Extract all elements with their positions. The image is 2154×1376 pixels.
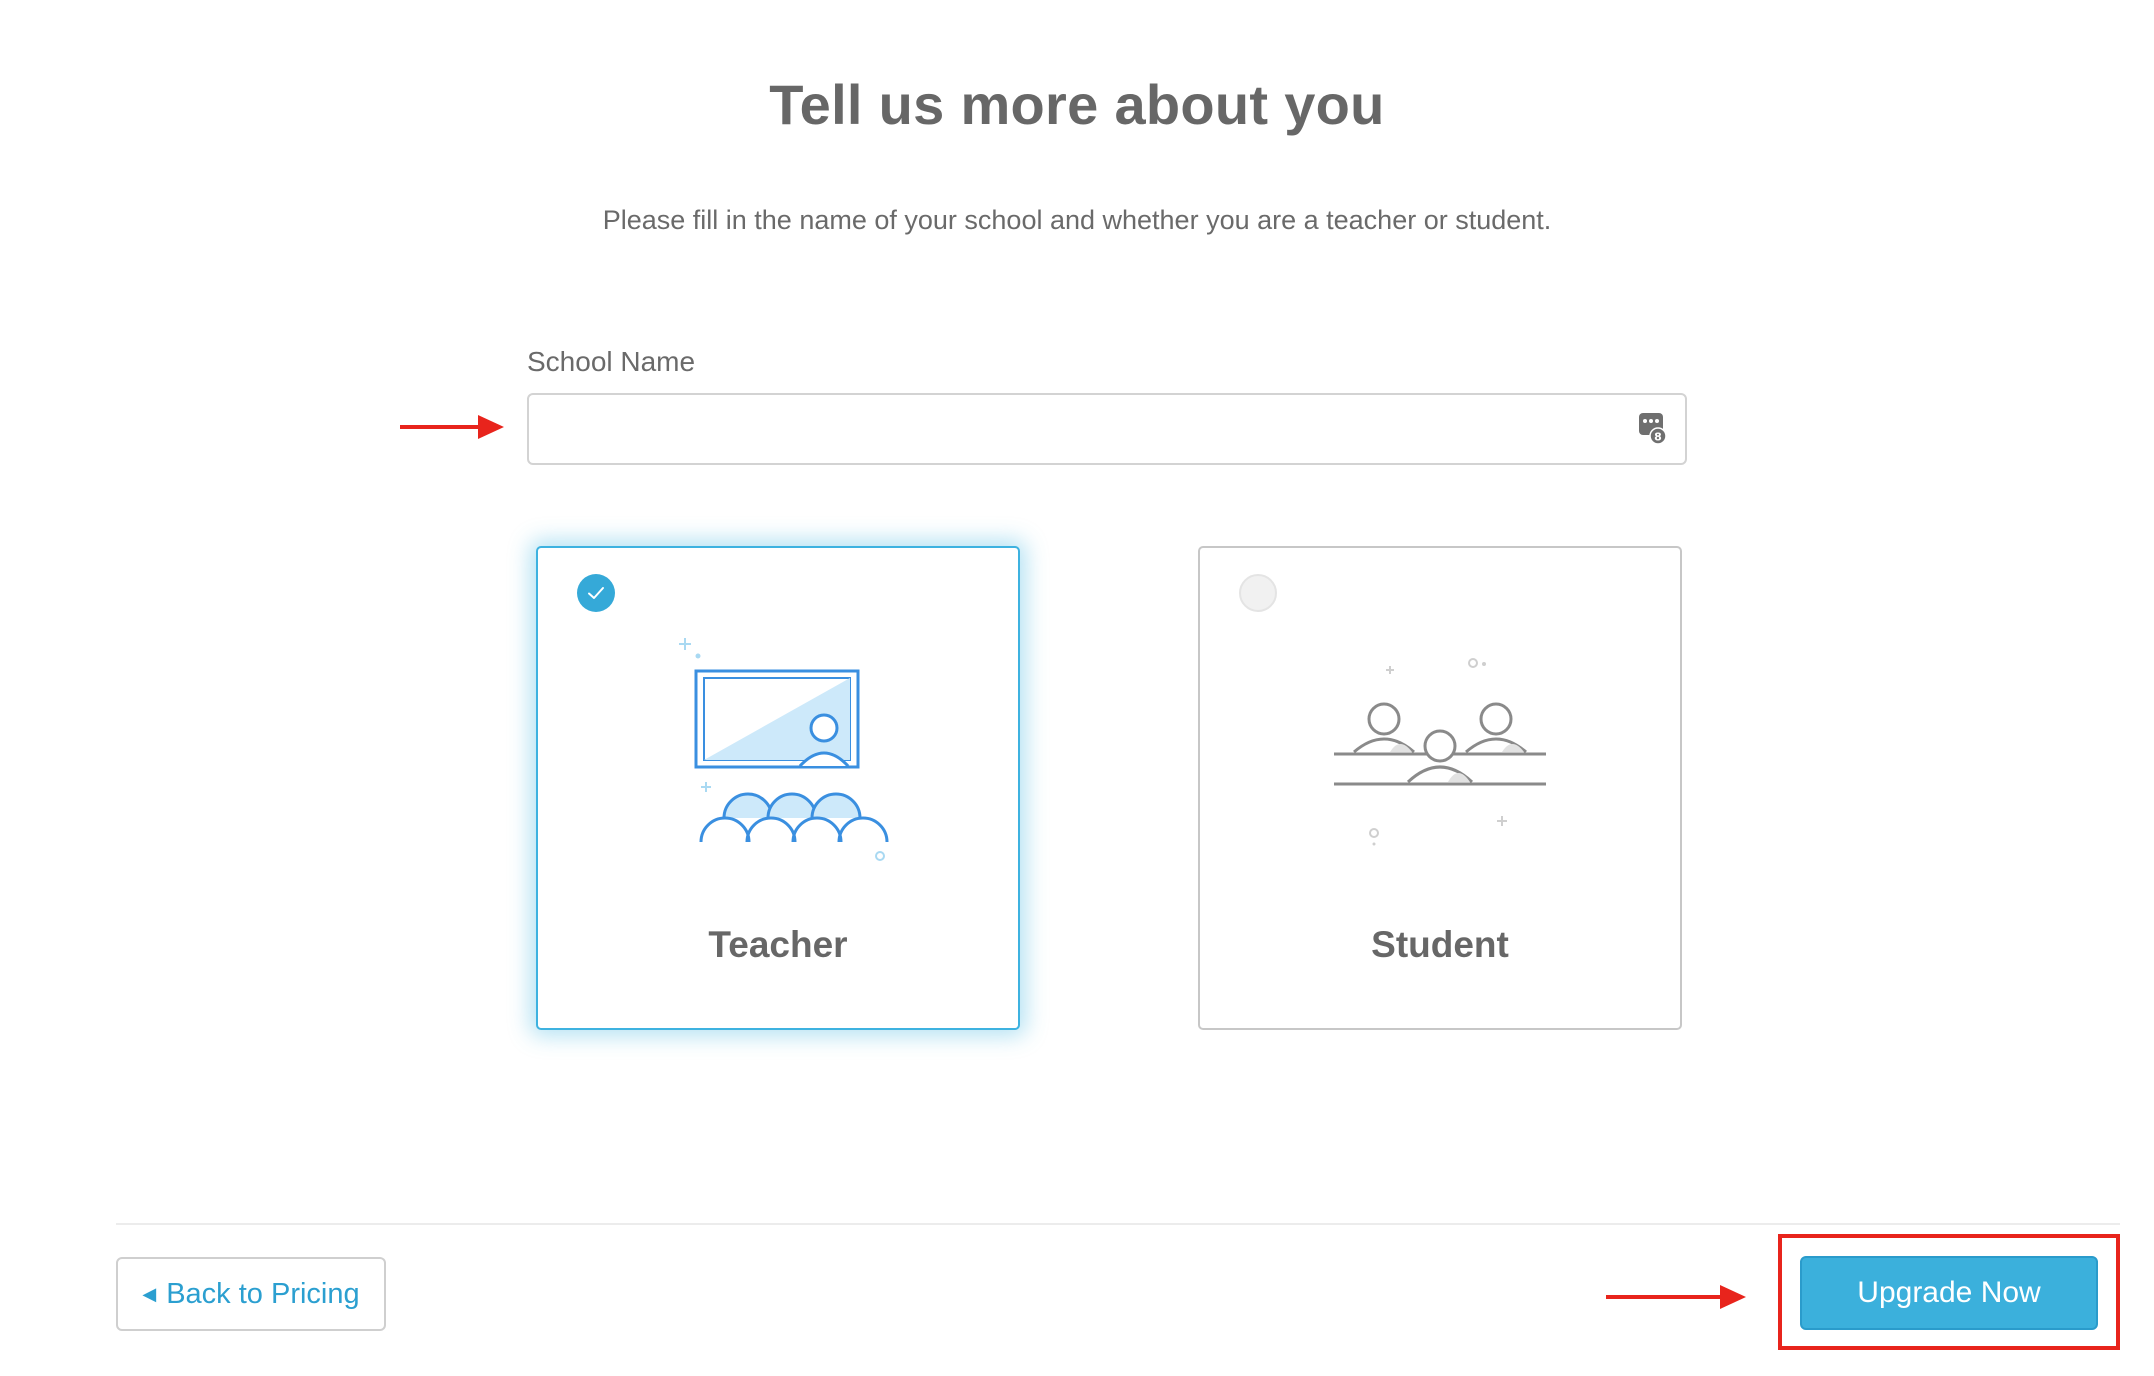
caret-left-icon: ◀ [142, 1283, 157, 1304]
radio-unchecked-icon[interactable] [1239, 574, 1277, 612]
page-subtitle: Please fill in the name of your school a… [602, 205, 1552, 235]
classroom-teacher-icon [679, 638, 889, 861]
annotation-arrow-input [400, 415, 504, 439]
footer-divider [116, 1223, 2120, 1225]
role-label-teacher: Teacher [708, 924, 848, 965]
students-at-desk-icon [1334, 658, 1546, 846]
annotation-arrow-upgrade [1606, 1285, 1746, 1309]
back-to-pricing-label: Back to Pricing [166, 1277, 360, 1310]
page-title: Tell us more about you [769, 73, 1385, 136]
upgrade-now-button[interactable]: Upgrade Now [1800, 1256, 2098, 1330]
role-card-student[interactable]: Student [1198, 546, 1682, 1030]
radio-checked-icon[interactable] [577, 574, 615, 612]
role-card-teacher[interactable]: Teacher [536, 546, 1020, 1030]
back-to-pricing-button[interactable]: ◀ Back to Pricing [116, 1257, 386, 1331]
school-name-label: School Name [527, 346, 696, 377]
role-label-student: Student [1371, 924, 1509, 965]
contact-card-icon[interactable]: 8 [1638, 412, 1668, 444]
school-name-input[interactable] [527, 393, 1687, 465]
svg-text:8: 8 [1654, 431, 1662, 444]
